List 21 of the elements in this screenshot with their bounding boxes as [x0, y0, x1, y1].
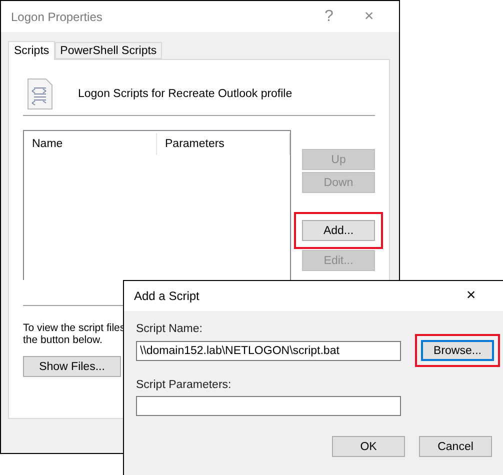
side-button[interactable]: Add... [302, 220, 375, 241]
help-button[interactable]: ? [309, 8, 349, 26]
column-header[interactable]: Name [24, 133, 157, 155]
browse-button[interactable]: Browse... [421, 340, 494, 361]
close-button[interactable]: × [456, 287, 486, 305]
script-file-icon [26, 78, 54, 110]
dialog-title: Add a Script [134, 289, 200, 303]
scripts-heading: Logon Scripts for Recreate Outlook profile [78, 88, 292, 100]
field-label: Script Name: [136, 323, 204, 335]
dialog-button[interactable]: Cancel [419, 436, 492, 457]
column-header[interactable]: Parameters [157, 133, 290, 155]
script-parameters-field[interactable] [136, 396, 401, 416]
show-files-button[interactable]: Show Files... [23, 356, 121, 377]
tab[interactable]: PowerShell Scripts [55, 42, 162, 59]
hint-text: the button below. [23, 334, 104, 346]
tab[interactable]: Scripts [8, 41, 56, 60]
close-button[interactable]: × [349, 8, 389, 26]
dialog-button[interactable]: OK [332, 436, 405, 457]
window-title: Logon Properties [11, 10, 104, 24]
field-label: Script Parameters: [136, 379, 232, 391]
script-name-field[interactable]: \\domain152.lab\NETLOGON\script.bat [136, 340, 401, 360]
